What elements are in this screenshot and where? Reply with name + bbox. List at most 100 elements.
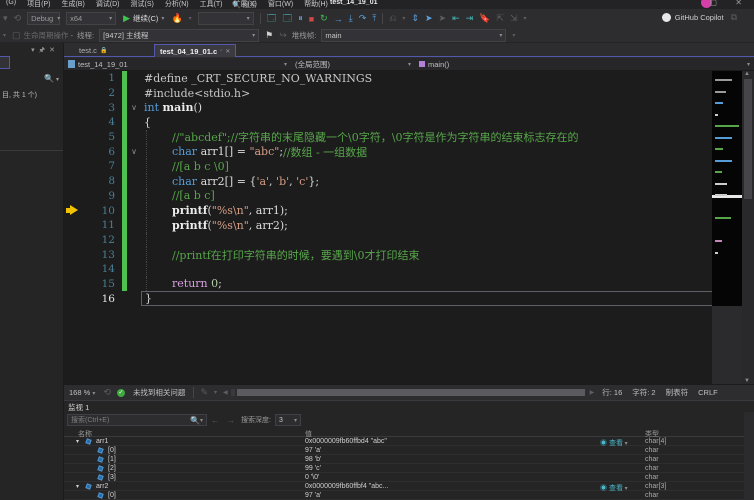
platform-select[interactable]: x64 ▾ [66, 12, 117, 25]
startup-select[interactable]: ▾ [197, 12, 254, 25]
show-next-statement-icon[interactable]: → [334, 14, 343, 24]
step-into-icon[interactable]: ⤓ [349, 13, 353, 24]
code-text[interactable]: } [141, 291, 724, 306]
menu-item[interactable]: 帮助(H) [304, 0, 328, 9]
panel-search-dropdown-icon[interactable]: ▾ [54, 77, 59, 83]
code-text[interactable]: printf("%s\n", arr2); [141, 217, 754, 233]
line-number[interactable]: 15 [64, 278, 122, 290]
flag-icon[interactable]: ⚑ [265, 30, 273, 41]
search-depth-select[interactable]: 3 ▾ [274, 414, 301, 426]
watch-search-input[interactable]: 搜索(Ctrl+E) 🔍 ▾ [67, 414, 207, 426]
code-text[interactable]: { [141, 115, 754, 130]
search-prev-icon[interactable]: ← [211, 416, 219, 425]
restart-icon[interactable]: ↻ [320, 13, 328, 24]
indent-decrease-icon[interactable]: ⇤ [452, 13, 460, 24]
breadcrumb-function[interactable]: main() ▾ [415, 58, 754, 70]
scroll-right-icon[interactable]: ▶ [590, 389, 595, 396]
code-text[interactable]: //[a b c \0] [141, 159, 754, 174]
scroll-up-icon[interactable]: ▲ [744, 71, 750, 77]
pen-dropdown-icon[interactable]: ▾ [214, 389, 217, 396]
tab-test-c[interactable]: test.c 🔒 [74, 44, 112, 57]
step-over-icon[interactable]: ↷ [359, 13, 367, 24]
eol-indicator[interactable]: CRLF [698, 388, 718, 397]
indent-increase-icon[interactable]: ⇥ [466, 13, 474, 24]
line-number[interactable]: 3 [64, 102, 122, 114]
panel-close-icon[interactable]: ✕ [49, 47, 59, 54]
code-line[interactable]: 14 [64, 261, 754, 277]
stack-frame-select[interactable]: main ▾ [321, 28, 507, 42]
scroll-left-icon[interactable]: ◀ [223, 389, 228, 396]
menu-item[interactable]: 测试(S) [131, 0, 154, 9]
watch-row[interactable]: [1] 98 'b' char [64, 455, 754, 464]
search-box[interactable]: 🔍 搜索 [232, 0, 257, 9]
code-line[interactable]: 12 [64, 232, 754, 248]
menu-item[interactable]: 项目(P) [27, 0, 50, 9]
line-number[interactable]: 1 [64, 72, 122, 84]
window-controls[interactable]: ▢ ✕ [710, 0, 750, 7]
menu-item[interactable]: 调试(D) [96, 0, 120, 9]
github-copilot-button[interactable]: GitHub Copilot ⧉ [661, 12, 740, 23]
zoom-select[interactable]: 168 % ▾ [69, 388, 95, 397]
menu-item[interactable]: 生成(B) [61, 0, 84, 9]
watch-row[interactable]: [2] 99 'c' char [64, 464, 754, 473]
step-out-icon[interactable]: ⤒ [372, 13, 376, 24]
line-number[interactable]: 9 [64, 190, 122, 202]
curved-arrow-icon[interactable]: ↪ [279, 30, 287, 41]
line-number[interactable]: 6 [64, 146, 122, 158]
breadcrumb-scope[interactable]: (全局范围) ▾ [291, 58, 415, 70]
menu-item[interactable]: 工具(T) [200, 0, 223, 9]
cursor-back-icon[interactable]: ➤ [439, 13, 447, 24]
menu-item[interactable]: (G) [6, 0, 16, 9]
code-text[interactable]: return 0; [141, 276, 754, 292]
pen-icon[interactable]: ✎ [200, 387, 208, 398]
toolbar2-dropdown-icon[interactable]: ▾ [3, 32, 6, 39]
watch-row[interactable]: ▾ arr1 0x0000009fb60ffbd4 "abc" ◉ 查看 ▾ char[… [64, 437, 754, 447]
toolbar-overflow-icon[interactable]: ▾ [523, 15, 526, 22]
line-number[interactable]: 5 [64, 131, 122, 143]
hscroll-track[interactable] [230, 389, 235, 396]
watch-row[interactable]: [0] 97 'a' char [64, 491, 754, 500]
panel-dropdown-icon[interactable]: ▾ [31, 47, 39, 54]
thread-select[interactable]: [9472] 主线程 ▾ [99, 28, 260, 42]
toolbar2-overflow-icon[interactable]: ▾ [512, 32, 515, 39]
tab-close-icon[interactable]: ✕ [225, 48, 230, 55]
break-all-icon[interactable]: ⏸ [298, 13, 303, 24]
code-text[interactable]: int main() [141, 100, 754, 115]
navigate-icon[interactable]: ⇕ [411, 13, 419, 24]
code-line[interactable]: 1 #define _CRT_SECURE_NO_WARNINGS [64, 71, 754, 86]
next-bookmark-icon[interactable]: ⇲ [510, 13, 518, 24]
prev-bookmark-icon[interactable]: ⇱ [496, 13, 504, 24]
code-text[interactable]: //[a b c] [141, 188, 754, 204]
code-text[interactable]: #include<stdio.h> [141, 86, 754, 101]
continue-button[interactable]: ▶ 继续(C) ▾ [123, 13, 164, 24]
line-number[interactable]: 8 [64, 175, 122, 187]
code-text[interactable]: printf("%s\n", arr1); [141, 203, 754, 218]
search-next-icon[interactable]: → [227, 416, 235, 425]
fold-chevron-icon[interactable]: ∨ [127, 103, 141, 112]
code-line[interactable]: 8 char arr2[] = {'a', 'b', 'c'}; [64, 173, 754, 189]
refresh-icon[interactable]: ⟲ [14, 13, 22, 24]
line-number[interactable]: 11 [64, 219, 122, 231]
watch-search-dropdown-icon[interactable]: ▾ [200, 417, 203, 424]
sync-icon[interactable]: ⟲ [103, 387, 111, 398]
code-line[interactable]: 2 #include<stdio.h> [64, 85, 754, 101]
watch-row[interactable]: ▾ arr2 0x0000009fb60ffbf4 "abc... ◉ 查看 ▾ cha… [64, 482, 754, 492]
expander-icon[interactable]: ▾ [76, 483, 79, 490]
hot-reload-dropdown-icon[interactable]: ▾ [189, 15, 192, 22]
line-number[interactable]: 7 [64, 160, 122, 172]
tabs-indicator[interactable]: 制表符 [666, 387, 689, 398]
scrollbar-thumb[interactable] [744, 79, 752, 199]
code-line[interactable]: 6 ∨ char arr1[] = "abc";//数组 - 一组数据 [64, 144, 754, 160]
line-number[interactable]: 2 [64, 87, 122, 99]
menu-item[interactable]: 窗口(W) [268, 0, 293, 9]
code-line[interactable]: 7 //[a b c \0] [64, 159, 754, 174]
code-line[interactable]: 4{ [64, 115, 754, 130]
window-layout-icon[interactable]: 🗔 [267, 11, 277, 27]
code-line[interactable]: 3 ∨ int main() [64, 100, 754, 116]
code-line[interactable]: 9 //[a b c] [64, 188, 754, 204]
menu-item[interactable]: 分析(N) [165, 0, 189, 9]
minimap[interactable] [712, 71, 742, 306]
undo-icon[interactable]: ⎌ [389, 13, 396, 24]
line-number[interactable]: 12 [64, 234, 122, 246]
watch-row[interactable]: [3] 0 '\0' char [64, 473, 754, 482]
